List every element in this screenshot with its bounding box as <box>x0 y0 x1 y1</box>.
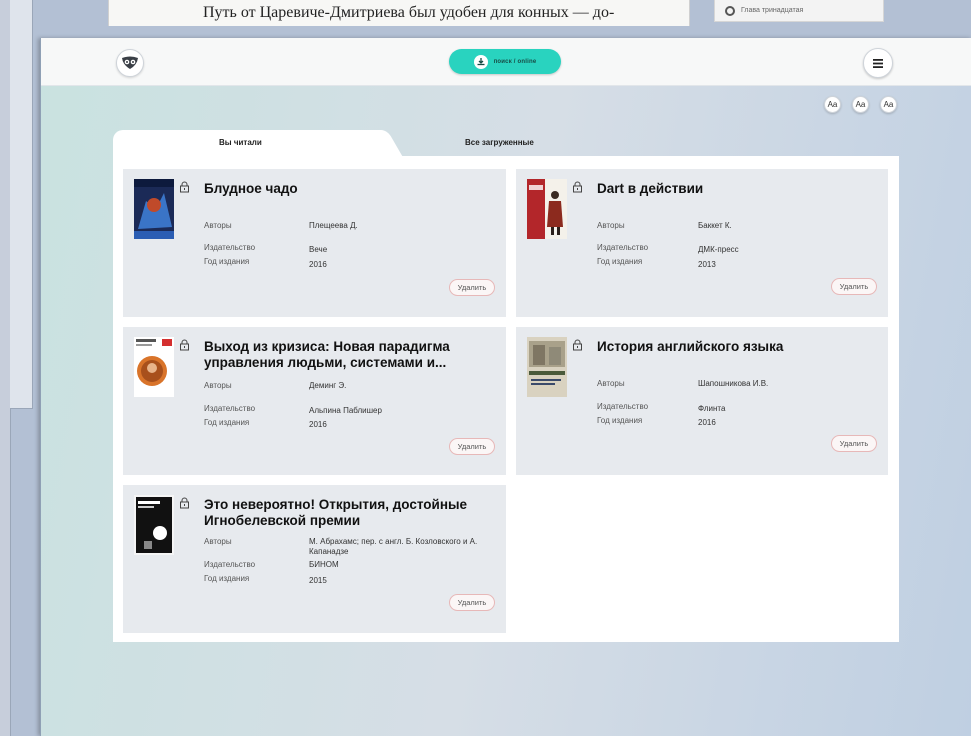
authors-value: М. Абрахамс; пер. с англ. Б. Козловского… <box>309 537 478 556</box>
authors-value: Баккет К. <box>698 221 732 230</box>
background-toc-item: Глава тринадцатая <box>714 0 884 22</box>
book-card[interactable]: Dart в действии Авторы Баккет К. Издател… <box>516 169 888 317</box>
delete-button[interactable]: Удалить <box>449 594 495 611</box>
font-decrease-button[interactable]: Aa <box>824 96 841 113</box>
book-card[interactable]: Это невероятно! Открытия, достойные Игно… <box>123 485 506 633</box>
book-title[interactable]: Выход из кризиса: Новая парадигма управл… <box>204 339 494 371</box>
year-label: Год издания <box>204 257 250 266</box>
year-label: Год издания <box>597 416 643 425</box>
book-cover <box>134 337 174 397</box>
book-cover <box>134 495 174 555</box>
authors-value: Шапошникова И.В. <box>698 379 769 388</box>
owl-logo-icon <box>122 56 138 69</box>
publisher-label: Издательство <box>597 243 649 252</box>
font-increase-button[interactable]: Aa <box>852 96 869 113</box>
background-toc-text: Глава тринадцатая <box>741 7 804 14</box>
menu-button[interactable] <box>863 48 893 78</box>
authors-label: Авторы <box>204 381 232 390</box>
delete-button[interactable]: Удалить <box>831 435 877 452</box>
book-card[interactable]: Блудное чадо Авторы Плещеева Д. Издатель… <box>123 169 506 317</box>
books-panel: Блудное чадо Авторы Плещеева Д. Издатель… <box>113 156 899 642</box>
publisher-value: Вече <box>309 245 328 254</box>
year-value: 2016 <box>309 260 327 269</box>
chapter-icon <box>725 5 735 16</box>
lock-icon <box>573 339 582 351</box>
year-value: 2015 <box>309 576 327 585</box>
background-window-panel <box>10 0 33 409</box>
search-online-button[interactable]: поиск / online <box>449 49 561 74</box>
book-card[interactable]: Выход из кризиса: Новая парадигма управл… <box>123 327 506 475</box>
book-title[interactable]: История английского языка <box>597 339 887 355</box>
publisher-label: Издательство <box>204 404 256 413</box>
publisher-label: Издательство <box>204 560 256 569</box>
year-label: Год издания <box>597 257 643 266</box>
book-card[interactable]: История английского языка Авторы Шапошни… <box>516 327 888 475</box>
authors-label: Авторы <box>204 221 232 230</box>
logo-button[interactable] <box>116 49 144 77</box>
publisher-value: Флинта <box>698 404 726 413</box>
lock-icon <box>573 181 582 193</box>
authors-label: Авторы <box>597 379 625 388</box>
top-bar: поиск / online <box>41 38 971 86</box>
delete-button[interactable]: Удалить <box>831 278 877 295</box>
lock-icon <box>180 497 189 509</box>
lock-icon <box>180 339 189 351</box>
publisher-label: Издательство <box>597 402 649 411</box>
year-value: 2013 <box>698 260 716 269</box>
authors-label: Авторы <box>597 221 625 230</box>
tab-read-label[interactable]: Вы читали <box>219 138 262 147</box>
year-value: 2016 <box>698 418 716 427</box>
publisher-label: Издательство <box>204 243 256 252</box>
authors-label: Авторы <box>204 537 232 546</box>
authors-value: Деминг Э. <box>309 381 347 390</box>
delete-button[interactable]: Удалить <box>449 279 495 296</box>
publisher-value: ДМК-пресс <box>698 245 739 254</box>
book-cover <box>527 179 567 239</box>
publisher-value: Альпина Паблишер <box>309 406 382 415</box>
year-label: Год издания <box>204 574 250 583</box>
year-label: Год издания <box>204 418 250 427</box>
background-page-text: Путь от Царевиче-Дмитриева был удобен дл… <box>203 4 615 21</box>
lock-icon <box>180 181 189 193</box>
delete-button[interactable]: Удалить <box>449 438 495 455</box>
publisher-value: БИНОМ <box>309 560 339 569</box>
book-title[interactable]: Dart в действии <box>597 181 887 197</box>
tab-downloaded[interactable]: Все загруженные <box>465 138 534 147</box>
font-reset-button[interactable]: Aa <box>880 96 897 113</box>
book-title[interactable]: Блудное чадо <box>204 181 494 197</box>
book-cover <box>134 179 174 239</box>
authors-value: Плещеева Д. <box>309 221 358 230</box>
book-cover <box>527 337 567 397</box>
background-reader-page: Путь от Царевиче-Дмитриева был удобен дл… <box>108 0 690 26</box>
search-online-label: поиск / online <box>493 58 537 65</box>
hamburger-icon <box>873 58 883 68</box>
font-size-controls: Aa Aa Aa <box>824 96 897 113</box>
library-window: поиск / online Aa Aa Aa Вы читали Все за… <box>40 38 971 736</box>
book-title[interactable]: Это невероятно! Открытия, достойные Игно… <box>204 497 494 529</box>
year-value: 2016 <box>309 420 327 429</box>
download-search-icon <box>473 54 488 69</box>
